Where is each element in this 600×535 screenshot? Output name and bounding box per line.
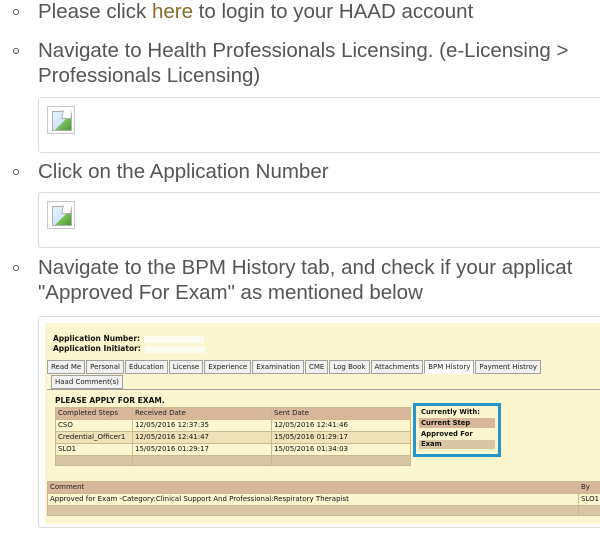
current-step-highlight: Currently With: Current Step Approved Fo… xyxy=(413,403,501,457)
instruction-step-2-line-2: Professionals Licensing) xyxy=(38,64,261,87)
table-cell: 12/05/2016 12:37:35 xyxy=(132,419,272,432)
table-row: Approved for Exam -Category:Clinical Sup… xyxy=(47,493,600,506)
column-header: Completed Steps xyxy=(55,407,133,420)
tab-education[interactable]: Education xyxy=(124,360,168,374)
broken-image-icon xyxy=(47,201,75,229)
tab-experience[interactable]: Experience xyxy=(204,360,252,374)
redacted-value xyxy=(144,345,205,353)
tab-attachments[interactable]: Attachments xyxy=(370,360,424,374)
instruction-step-4-line-2: "Approved For Exam" as mentioned below xyxy=(38,281,423,304)
bpm-history-screenshot: Application Number: Application Initiato… xyxy=(38,316,600,528)
table-row: Credential_Officer1 12/05/2016 12:41:47 … xyxy=(55,431,411,444)
table-cell: 15/05/2016 01:34:03 xyxy=(271,443,411,456)
table-cell: 15/05/2016 01:29:17 xyxy=(132,443,272,456)
tab-license[interactable]: License xyxy=(168,360,204,374)
apply-message: PLEASE APPLY FOR EXAM. xyxy=(55,396,165,405)
table-cell: CSO xyxy=(55,419,133,432)
portal-panel: Application Number: Application Initiato… xyxy=(45,323,600,524)
instruction-step-1: Please click here to login to your HAAD … xyxy=(38,0,473,24)
broken-image-icon xyxy=(47,106,75,134)
bullet-icon xyxy=(13,169,19,175)
tab-personal[interactable]: Personal xyxy=(86,360,124,374)
portal-subtabs: Haad Comment(s) xyxy=(51,375,124,389)
tab-read-me[interactable]: Read Me xyxy=(47,360,86,374)
instruction-step-2-line-1: Navigate to Health Professionals Licensi… xyxy=(38,39,569,62)
completed-steps-table: Completed Steps Received Date Sent Date … xyxy=(55,407,411,466)
column-header: Sent Date xyxy=(271,407,411,420)
application-meta: Application Number: Application Initiato… xyxy=(53,334,205,354)
tab-payment-history[interactable]: Payment Histroy xyxy=(475,360,542,374)
bullet-icon xyxy=(13,265,19,271)
image-frame-1 xyxy=(38,97,600,153)
step-1-prefix: Please click xyxy=(38,0,152,23)
login-here-link[interactable]: here xyxy=(152,0,193,23)
tab-haad-comments[interactable]: Haad Comment(s) xyxy=(51,375,123,389)
application-initiator-label: Application Initiator: xyxy=(53,344,141,353)
image-frame-2 xyxy=(38,192,600,248)
application-number-label: Application Number: xyxy=(53,334,141,343)
tab-log-book[interactable]: Log Book xyxy=(329,360,370,374)
bpm-history-panel: PLEASE APPLY FOR EXAM. Completed Steps R… xyxy=(47,389,600,524)
table-cell: 15/05/2016 01:29:17 xyxy=(271,431,411,444)
redacted-value xyxy=(144,335,205,343)
current-step-value: Approved For Exam xyxy=(421,430,473,448)
instruction-step-4-line-1: Navigate to the BPM History tab, and che… xyxy=(38,256,573,279)
column-header: By xyxy=(578,481,600,494)
column-header: Received Date xyxy=(132,407,272,420)
tab-cme[interactable]: CME xyxy=(305,360,329,374)
table-row-blank xyxy=(55,455,411,466)
table-cell: Credential_Officer1 xyxy=(55,431,133,444)
table-cell: 12/05/2016 12:41:46 xyxy=(271,419,411,432)
instruction-step-3: Click on the Application Number xyxy=(38,160,329,183)
current-step-header: Current Step xyxy=(419,418,495,428)
bullet-icon xyxy=(13,48,19,54)
portal-tabs: Read Me Personal Education License Experienc… xyxy=(47,360,542,374)
table-row: CSO 12/05/2016 12:37:35 12/05/2016 12:41… xyxy=(55,419,411,432)
table-cell: Approved for Exam -Category:Clinical Sup… xyxy=(47,493,579,506)
step-1-suffix: to login to your HAAD account xyxy=(192,0,474,23)
table-cell: 12/05/2016 12:41:47 xyxy=(132,431,272,444)
currently-with-label: Currently With: xyxy=(421,408,480,416)
table-cell: SLO1 xyxy=(55,443,133,456)
table-cell: SLO1 xyxy=(578,493,600,506)
tab-examination[interactable]: Examination xyxy=(252,360,304,374)
comment-table: Comment By Approved for Exam -Category:C… xyxy=(47,481,600,516)
table-row-blank xyxy=(47,505,600,516)
column-header: Comment xyxy=(47,481,579,494)
bullet-icon xyxy=(13,9,19,15)
table-row: SLO1 15/05/2016 01:29:17 15/05/2016 01:3… xyxy=(55,443,411,456)
tab-bpm-history[interactable]: BPM History xyxy=(424,360,475,374)
